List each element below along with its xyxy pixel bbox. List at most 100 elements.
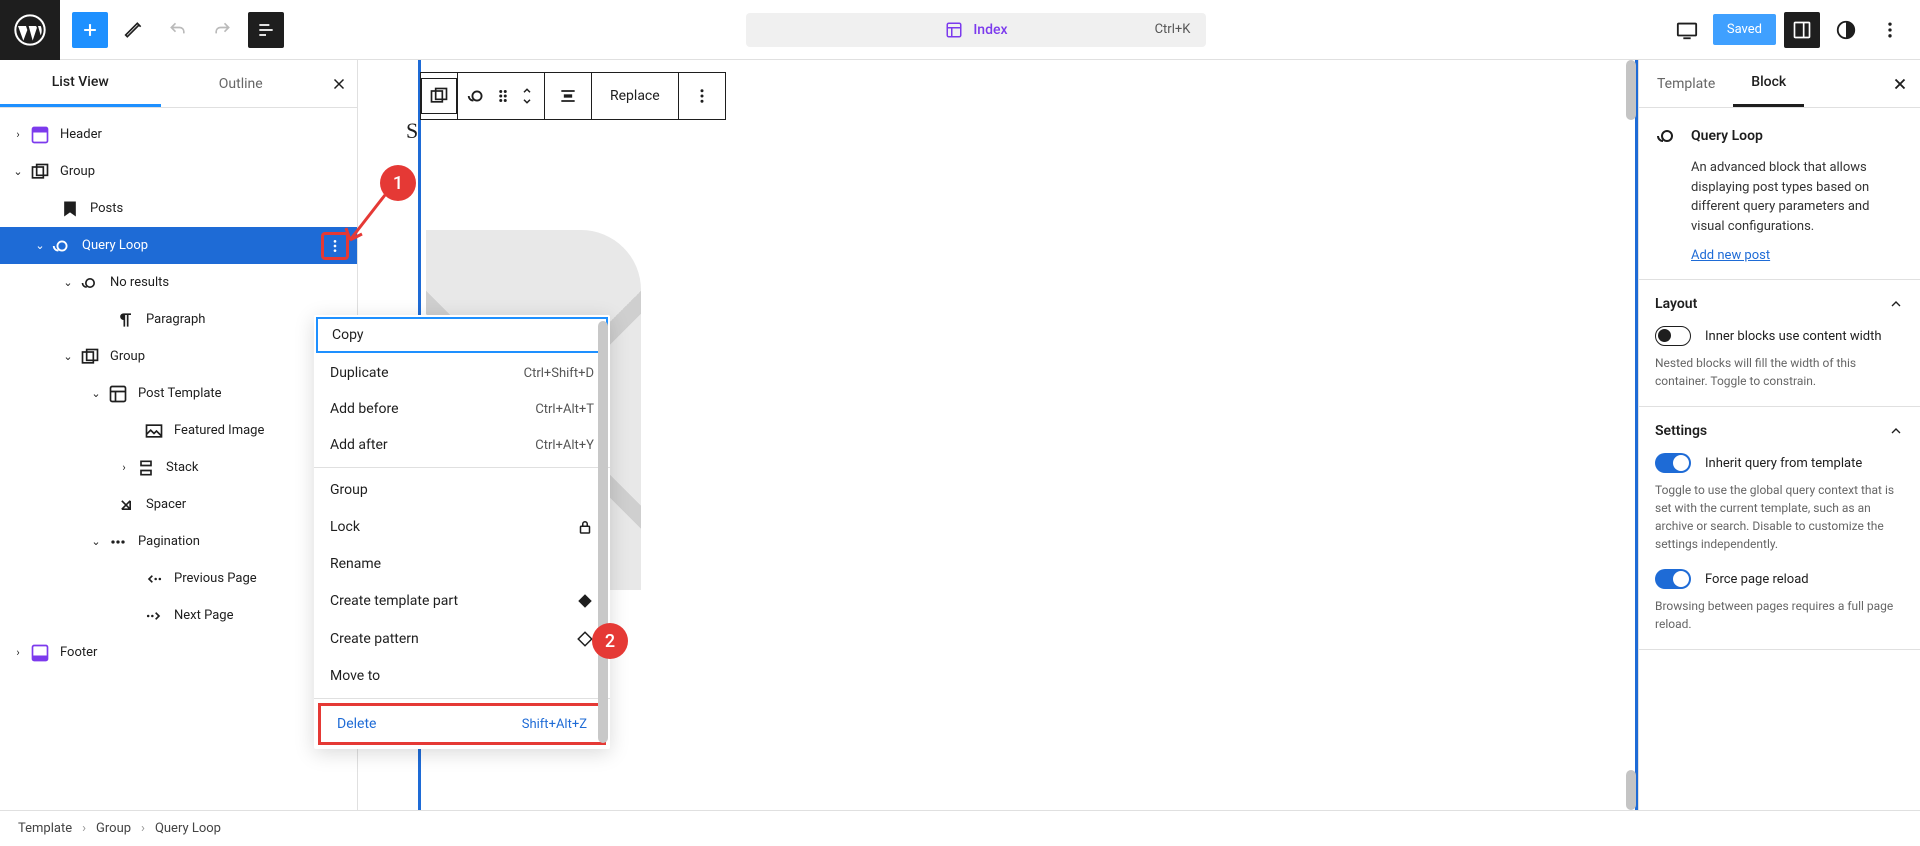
- menu-label: Add before: [330, 401, 399, 417]
- menu-duplicate[interactable]: Duplicate Ctrl+Shift+D: [314, 355, 610, 391]
- main-area: List View Outline › Header ⌄ Group Posts: [0, 60, 1920, 810]
- annotation-1: 1: [380, 165, 416, 201]
- tree-item-post-template[interactable]: ⌄ Post Template: [0, 375, 357, 412]
- replace-label: Replace: [610, 88, 660, 104]
- drag-handle-icon[interactable]: [494, 87, 512, 105]
- tree-item-featured-image[interactable]: Featured Image: [0, 412, 357, 449]
- replace-button[interactable]: Replace: [591, 72, 679, 120]
- query-loop-icon[interactable]: [466, 85, 488, 107]
- menu-copy[interactable]: Copy: [316, 317, 608, 353]
- menu-group[interactable]: Group: [314, 472, 610, 508]
- wordpress-logo[interactable]: [0, 0, 60, 60]
- settings-header[interactable]: Settings: [1655, 423, 1904, 439]
- menu-rename[interactable]: Rename: [314, 546, 610, 582]
- tab-list-view[interactable]: List View: [0, 60, 161, 107]
- menu-scrollbar[interactable]: [598, 321, 608, 743]
- breadcrumb-template[interactable]: Template: [18, 821, 72, 836]
- menu-add-after[interactable]: Add after Ctrl+Alt+Y: [314, 427, 610, 463]
- block-info-section: Query Loop An advanced block that allows…: [1639, 108, 1920, 280]
- menu-create-template-part[interactable]: Create template part: [314, 582, 610, 620]
- block-more-options[interactable]: [678, 72, 726, 120]
- tree-item-spacer[interactable]: Spacer: [0, 486, 357, 523]
- settings-section: Settings Inherit query from template Tog…: [1639, 407, 1920, 650]
- tab-template[interactable]: Template: [1639, 62, 1733, 106]
- canvas-scrollbar[interactable]: [1624, 60, 1636, 810]
- page-indicator[interactable]: Index Ctrl+K: [746, 13, 1206, 47]
- layout-section: Layout Inner blocks use content width Ne…: [1639, 280, 1920, 407]
- tree-label: Group: [60, 164, 95, 179]
- tree-label: Next Page: [174, 608, 234, 623]
- block-title: Query Loop: [1691, 128, 1763, 144]
- scroll-thumb[interactable]: [1626, 60, 1636, 120]
- paragraph-icon: [114, 308, 138, 332]
- close-panel-button[interactable]: [321, 66, 357, 102]
- menu-lock[interactable]: Lock: [314, 508, 610, 546]
- tree-item-stack[interactable]: › Stack: [0, 449, 357, 486]
- delete-highlight: Delete Shift+Alt+Z: [318, 703, 606, 745]
- tree-item-group2[interactable]: ⌄ Group: [0, 338, 357, 375]
- settings-sidebar-button[interactable]: [1784, 12, 1820, 48]
- menu-label: Lock: [330, 519, 360, 535]
- tree-item-group[interactable]: ⌄ Group: [0, 153, 357, 190]
- command-shortcut: Ctrl+K: [1155, 22, 1191, 37]
- inner-blocks-toggle[interactable]: [1655, 326, 1691, 346]
- tree-label: Post Template: [138, 386, 222, 401]
- help-text: Toggle to use the global query context t…: [1655, 481, 1904, 553]
- template-part-icon: [576, 592, 594, 610]
- next-page-icon: [142, 604, 166, 628]
- saved-button[interactable]: Saved: [1713, 14, 1776, 45]
- block-description: An advanced block that allows displaying…: [1691, 158, 1904, 236]
- tree-label: Footer: [60, 645, 97, 660]
- tree-label: Stack: [166, 460, 198, 475]
- menu-shortcut: Shift+Alt+Z: [522, 717, 587, 732]
- inner-blocks-toggle-row: Inner blocks use content width: [1655, 326, 1904, 346]
- parent-selector[interactable]: [420, 72, 458, 120]
- featured-image-icon: [142, 419, 166, 443]
- tree-item-prev-page[interactable]: Previous Page: [0, 560, 357, 597]
- move-up-down-icon[interactable]: [518, 84, 536, 108]
- tree-item-query-loop[interactable]: ⌄ Query Loop: [0, 227, 357, 264]
- tree-item-footer[interactable]: › Footer: [0, 634, 357, 671]
- close-settings-button[interactable]: [1880, 75, 1920, 93]
- document-overview-button[interactable]: [248, 12, 284, 48]
- toggle-label: Force page reload: [1705, 572, 1809, 587]
- pagination-icon: [106, 530, 130, 554]
- scroll-thumb[interactable]: [1626, 770, 1636, 810]
- breadcrumb-group[interactable]: Group: [96, 821, 131, 836]
- tree-item-paragraph[interactable]: Paragraph: [0, 301, 357, 338]
- menu-delete[interactable]: Delete Shift+Alt+Z: [321, 706, 603, 742]
- more-options-button[interactable]: [1872, 12, 1908, 48]
- add-new-post-link[interactable]: Add new post: [1691, 248, 1770, 263]
- menu-label: Create template part: [330, 593, 458, 609]
- left-panel-tabs: List View Outline: [0, 60, 357, 108]
- align-button[interactable]: [544, 72, 592, 120]
- tree-item-pagination[interactable]: ⌄ Pagination: [0, 523, 357, 560]
- breadcrumb-query-loop[interactable]: Query Loop: [155, 821, 221, 836]
- toggle-label: Inner blocks use content width: [1705, 329, 1882, 344]
- menu-move-to[interactable]: Move to: [314, 658, 610, 694]
- section-title: Settings: [1655, 423, 1707, 439]
- tab-outline[interactable]: Outline: [161, 62, 322, 106]
- menu-add-before[interactable]: Add before Ctrl+Alt+T: [314, 391, 610, 427]
- tab-block[interactable]: Block: [1733, 60, 1804, 107]
- layout-header[interactable]: Layout: [1655, 296, 1904, 312]
- styles-button[interactable]: [1828, 12, 1864, 48]
- add-block-button[interactable]: [72, 12, 108, 48]
- breadcrumb-separator: ›: [141, 821, 145, 836]
- view-button[interactable]: [1669, 12, 1705, 48]
- tree-item-posts[interactable]: Posts: [0, 190, 357, 227]
- redo-button: [204, 12, 240, 48]
- query-loop-icon: [50, 234, 74, 258]
- force-reload-toggle[interactable]: [1655, 569, 1691, 589]
- header-icon: [28, 123, 52, 147]
- menu-create-pattern[interactable]: Create pattern: [314, 620, 610, 658]
- tree-item-header[interactable]: › Header: [0, 116, 357, 153]
- tree-item-no-results[interactable]: ⌄ No results: [0, 264, 357, 301]
- tree-item-next-page[interactable]: Next Page: [0, 597, 357, 634]
- tools-button[interactable]: [116, 12, 152, 48]
- chevron-up-icon: [1888, 423, 1904, 439]
- menu-shortcut: Ctrl+Alt+T: [535, 402, 594, 417]
- tree-label: Query Loop: [82, 238, 148, 253]
- inherit-query-toggle[interactable]: [1655, 453, 1691, 473]
- annotation-arrow: [340, 190, 390, 250]
